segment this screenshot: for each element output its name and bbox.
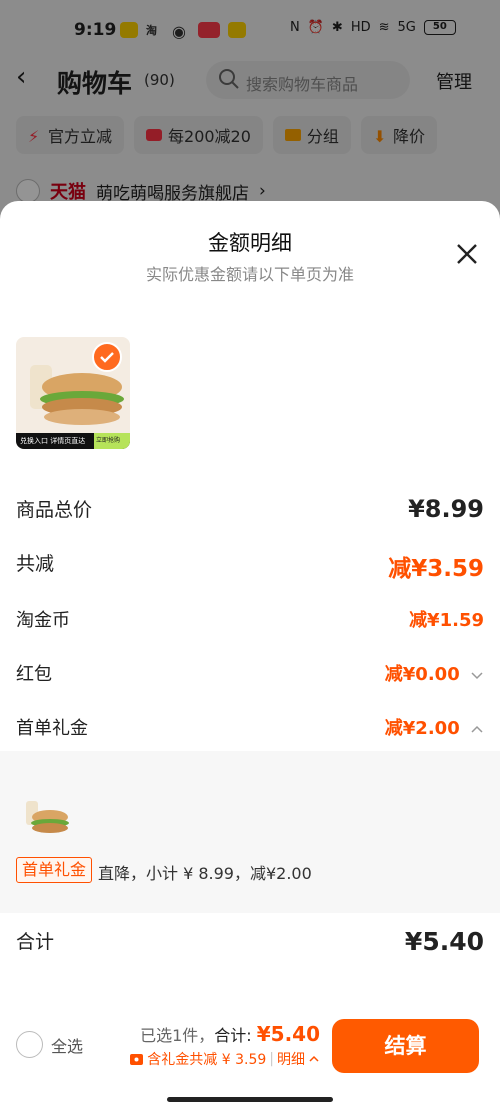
selected-summary: 已选1件，合计: ¥5.40 xyxy=(140,1022,320,1046)
ticket-icon xyxy=(130,1053,144,1065)
sum-label: 合计 xyxy=(16,931,55,953)
coins-value: 减¥1.59 xyxy=(409,610,484,631)
row-sum: 合计 ¥5.40 xyxy=(16,927,484,961)
row-red-packet[interactable]: 红包 减¥0.00 xyxy=(16,660,484,688)
redpacket-value: 减¥0.00 xyxy=(384,664,460,685)
select-all-label: 全选 xyxy=(51,1036,84,1056)
product-mini-thumbnail xyxy=(26,801,69,833)
redpacket-value-wrap: 减¥0.00 xyxy=(385,660,484,686)
row-first-order-gift[interactable]: 首单礼金 减¥2.00 xyxy=(16,714,484,742)
savings-summary[interactable]: 含礼金共减 ¥ 3.59 | 明细 xyxy=(129,1049,320,1069)
selected-count: 已选1件， xyxy=(140,1026,215,1045)
banner-cta: 立即抢购 xyxy=(94,433,130,449)
total-label: 合计: xyxy=(214,1026,257,1045)
checkout-button[interactable]: 结算 xyxy=(332,1019,479,1073)
checkout-bar: 全选 已选1件，合计: ¥5.40 含礼金共减 ¥ 3.59 | 明细 结算 xyxy=(0,1002,500,1111)
checkout-total: ¥5.40 xyxy=(256,1022,320,1046)
row-total-discount: 共减 减¥3.59 xyxy=(16,549,484,582)
sum-value: ¥5.40 xyxy=(404,927,484,956)
home-indicator[interactable] xyxy=(167,1097,333,1102)
total-discount-value: 减¥3.59 xyxy=(388,556,484,582)
checkmark-icon xyxy=(100,352,114,363)
close-icon[interactable] xyxy=(452,239,482,269)
chevron-up-icon xyxy=(309,1055,319,1062)
coins-label: 淘金币 xyxy=(16,610,70,631)
product-selected-check[interactable] xyxy=(92,342,122,372)
total-discount-label: 共减 xyxy=(16,553,55,575)
select-all-checkbox[interactable] xyxy=(16,1031,43,1058)
select-all[interactable]: 全选 xyxy=(16,1031,83,1058)
first-order-note: 直降，小计 ¥ 8.99，减¥2.00 xyxy=(98,864,312,883)
firstorder-label: 首单礼金 xyxy=(16,718,88,739)
separator: | xyxy=(269,1051,274,1067)
sheet-title: 金额明细 xyxy=(208,231,292,255)
redpacket-label: 红包 xyxy=(16,664,52,685)
savings-text: 含礼金共减 ¥ 3.59 xyxy=(147,1052,267,1068)
first-order-detail-panel: 首单礼金 直降，小计 ¥ 8.99，减¥2.00 xyxy=(0,751,500,913)
firstorder-value-wrap: 减¥2.00 xyxy=(385,714,484,740)
total-price-label: 商品总价 xyxy=(16,499,93,521)
sheet-subtitle: 实际优惠金额请以下单页为准 xyxy=(145,265,354,284)
chevron-down-icon xyxy=(471,672,483,680)
detail-link[interactable]: 明细 xyxy=(277,1049,305,1069)
firstorder-value: 减¥2.00 xyxy=(384,718,460,739)
price-detail-sheet: 金额明细 实际优惠金额请以下单页为准 兑换入口 详情页直达 立即抢购 商品总价 … xyxy=(0,201,500,1111)
banner-text: 兑换入口 详情页直达 xyxy=(20,437,86,445)
product-banner: 兑换入口 详情页直达 立即抢购 xyxy=(16,433,130,449)
row-total-price: 商品总价 ¥8.99 xyxy=(16,495,484,527)
total-price-value: ¥8.99 xyxy=(408,495,484,523)
first-order-tag: 首单礼金 xyxy=(16,857,93,883)
row-taobao-coins: 淘金币 减¥1.59 xyxy=(16,606,484,634)
chevron-up-icon xyxy=(471,725,483,733)
